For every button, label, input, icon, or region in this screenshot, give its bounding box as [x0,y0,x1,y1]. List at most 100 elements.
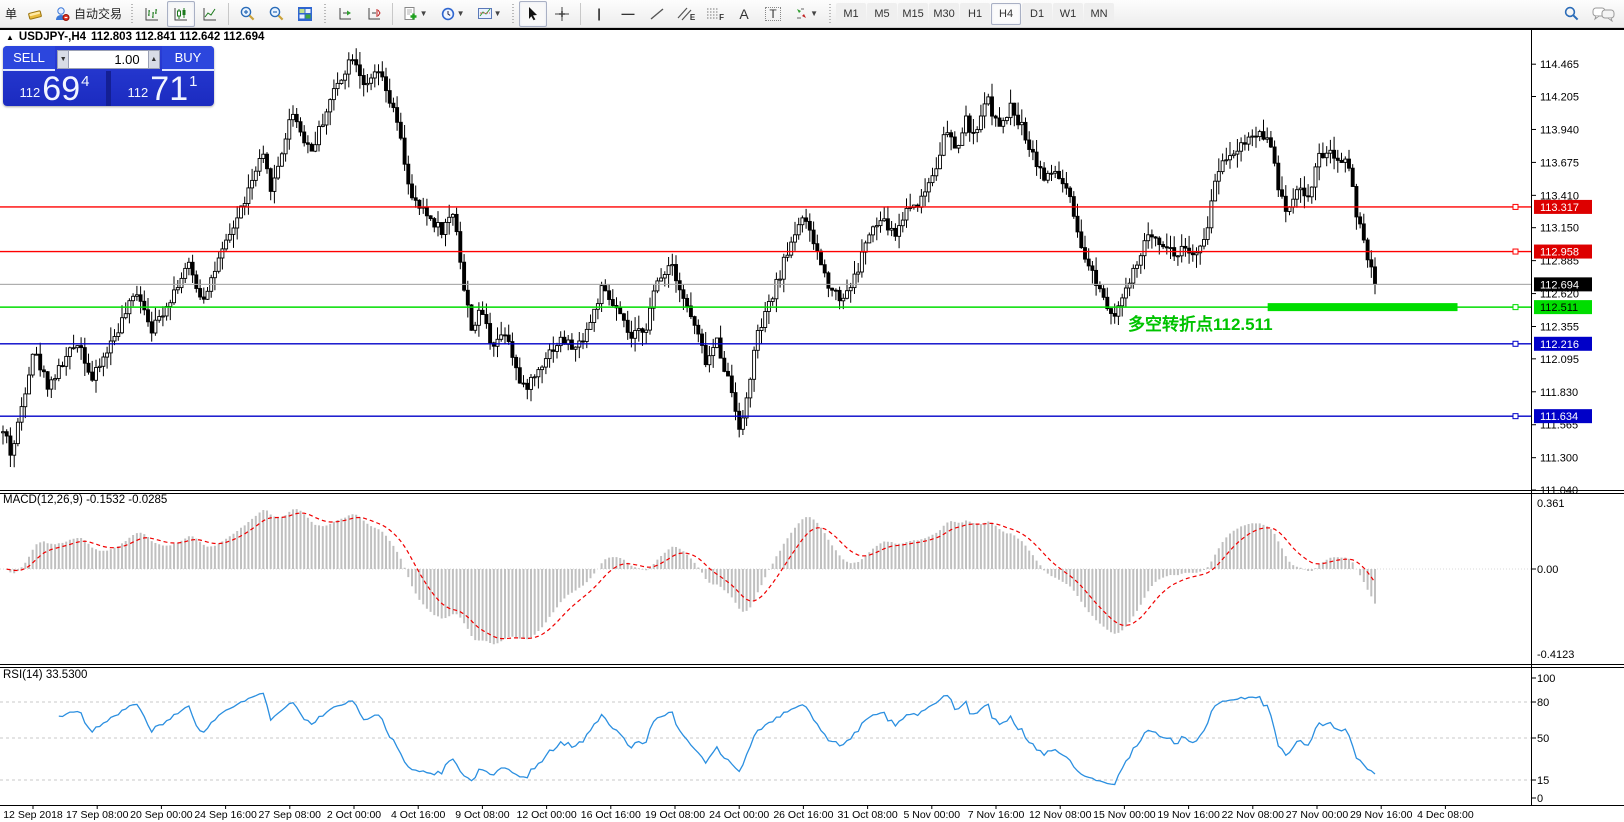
svg-text:27 Sep 08:00: 27 Sep 08:00 [259,809,322,821]
rsi-indicator-label: RSI(14) 33.5300 [3,669,87,681]
zoom-out-button[interactable] [262,1,290,27]
chart-autoscroll-button[interactable] [360,1,388,27]
indicators-button[interactable]: ▼ [397,1,433,27]
channel-button[interactable]: E [672,1,700,27]
svg-text:16 Oct 16:00: 16 Oct 16:00 [581,809,641,821]
bar-chart-button[interactable] [138,1,166,27]
buy-price-figure: 112 [128,85,149,100]
svg-text:12 Nov 08:00: 12 Nov 08:00 [1029,809,1092,821]
chevron-down-icon: ▼ [457,9,465,18]
volume-decrease-button[interactable]: ▼ [57,50,69,69]
buy-price-big: 71 [150,74,188,104]
toolbar: 单 自动交易 [0,0,1624,28]
toolbar-drag-handle[interactable] [510,4,516,24]
chart-title: ▲ USDJPY-,H4 112.803 112.841 112.642 112… [6,31,264,43]
svg-text:112.511: 112.511 [1540,302,1578,314]
timeframe-button-M5[interactable]: M5 [867,3,897,25]
svg-text:29 Nov 16:00: 29 Nov 16:00 [1350,809,1413,821]
toolbar-drag-handle[interactable] [322,4,328,24]
templates-button[interactable]: ▼ [471,1,507,27]
text-button[interactable]: A [730,1,758,27]
timeframe-button-M15[interactable]: M15 [898,3,928,25]
svg-text:113.940: 113.940 [1540,124,1579,136]
collapse-triangle-icon[interactable]: ▲ [6,33,14,42]
svg-text:114.465: 114.465 [1540,59,1579,71]
svg-text:12 Oct 00:00: 12 Oct 00:00 [517,809,577,821]
vertical-line-button[interactable]: | [585,1,613,27]
svg-text:15 Nov 00:00: 15 Nov 00:00 [1093,809,1156,821]
svg-text:27 Nov 00:00: 27 Nov 00:00 [1286,809,1349,821]
buy-price-button[interactable]: 112 71 1 [111,71,214,106]
cursor-button[interactable] [519,1,547,27]
svg-text:113.150: 113.150 [1540,223,1579,235]
toolbar-drag-handle[interactable] [827,4,833,24]
tile-windows-button[interactable] [291,1,319,27]
mt4-application: 单 自动交易 [0,0,1624,822]
svg-text:12 Sep 2018: 12 Sep 2018 [3,809,63,821]
autotrade-button[interactable]: 自动交易 [50,2,126,26]
autotrade-label: 自动交易 [74,5,122,22]
timeframe-button-M30[interactable]: M30 [929,3,959,25]
fibo-f-glyph: F [719,13,724,22]
horizontal-line-button[interactable]: — [614,1,642,27]
svg-text:0.00: 0.00 [1537,564,1558,576]
chevron-down-icon: ▼ [494,9,502,18]
timeframe-button-H4[interactable]: H4 [991,3,1021,25]
gold-seal-icon[interactable] [21,1,49,27]
svg-text:19 Nov 16:00: 19 Nov 16:00 [1157,809,1220,821]
svg-text:112.355: 112.355 [1540,322,1579,334]
periods-button[interactable]: ▼ [434,1,470,27]
search-button[interactable] [1557,1,1585,27]
svg-text:31 Oct 08:00: 31 Oct 08:00 [838,809,898,821]
svg-text:80: 80 [1537,697,1549,709]
pivot-annotation-text[interactable]: 多空转折点112.511 [1128,310,1273,335]
fibonacci-button[interactable]: F [701,1,729,27]
svg-text:4 Oct 16:00: 4 Oct 16:00 [391,809,445,821]
line-chart-button[interactable] [196,1,224,27]
sell-price-pip: 4 [81,73,89,90]
timeframe-button-D1[interactable]: D1 [1022,3,1052,25]
svg-text:24 Oct 00:00: 24 Oct 00:00 [709,809,769,821]
chart-window: 114.465114.205113.940113.675113.410113.1… [0,28,1624,822]
timeframe-button-M1[interactable]: M1 [836,3,866,25]
svg-text:7 Nov 16:00: 7 Nov 16:00 [968,809,1025,821]
timeframe-button-MN[interactable]: MN [1084,3,1114,25]
timeframe-bar: M1M5M15M30H1H4D1W1MN [836,3,1114,25]
svg-text:112.216: 112.216 [1540,339,1579,351]
svg-text:20 Sep 00:00: 20 Sep 00:00 [130,809,193,821]
label-button[interactable]: T [759,1,787,27]
buy-price-pip: 1 [189,73,197,90]
svg-text:9 Oct 08:00: 9 Oct 08:00 [455,809,509,821]
svg-text:19 Oct 08:00: 19 Oct 08:00 [645,809,705,821]
svg-text:100: 100 [1537,673,1555,685]
candlestick-chart-button[interactable] [167,1,195,27]
chat-button[interactable] [1586,1,1622,27]
arrows-button[interactable]: ▼ [788,1,824,27]
chart-symbol-period: USDJPY-,H4 [19,31,86,43]
volume-input[interactable] [69,50,147,69]
new-order-button[interactable]: 单 [2,2,20,26]
svg-text:5 Nov 00:00: 5 Nov 00:00 [903,809,960,821]
sell-price-button[interactable]: 112 69 4 [3,71,106,106]
timeframe-button-H1[interactable]: H1 [960,3,990,25]
crosshair-button[interactable] [548,1,576,27]
svg-text:2 Oct 00:00: 2 Oct 00:00 [327,809,381,821]
chart-canvas[interactable]: 114.465114.205113.940113.675113.410113.1… [0,28,1624,822]
sell-button[interactable]: SELL [3,46,55,71]
svg-text:111.634: 111.634 [1540,411,1578,423]
zoom-in-button[interactable] [233,1,261,27]
toolbar-drag-handle[interactable] [129,4,135,24]
timeframe-button-W1[interactable]: W1 [1053,3,1083,25]
trade-panel-prices: 112 69 4 112 71 1 [3,71,214,106]
svg-text:26 Oct 16:00: 26 Oct 16:00 [773,809,833,821]
buy-button[interactable]: BUY [162,46,214,71]
trendline-button[interactable] [643,1,671,27]
svg-text:-0.4123: -0.4123 [1537,649,1574,661]
autotrade-icon [54,6,70,22]
chevron-down-icon: ▼ [420,9,428,18]
svg-text:22 Nov 08:00: 22 Nov 08:00 [1222,809,1285,821]
volume-increase-button[interactable]: ▲ [148,50,160,69]
trade-panel-top-row: SELL ▼ ▲ BUY [3,46,214,71]
chart-shift-button[interactable] [331,1,359,27]
svg-text:15: 15 [1537,775,1549,787]
